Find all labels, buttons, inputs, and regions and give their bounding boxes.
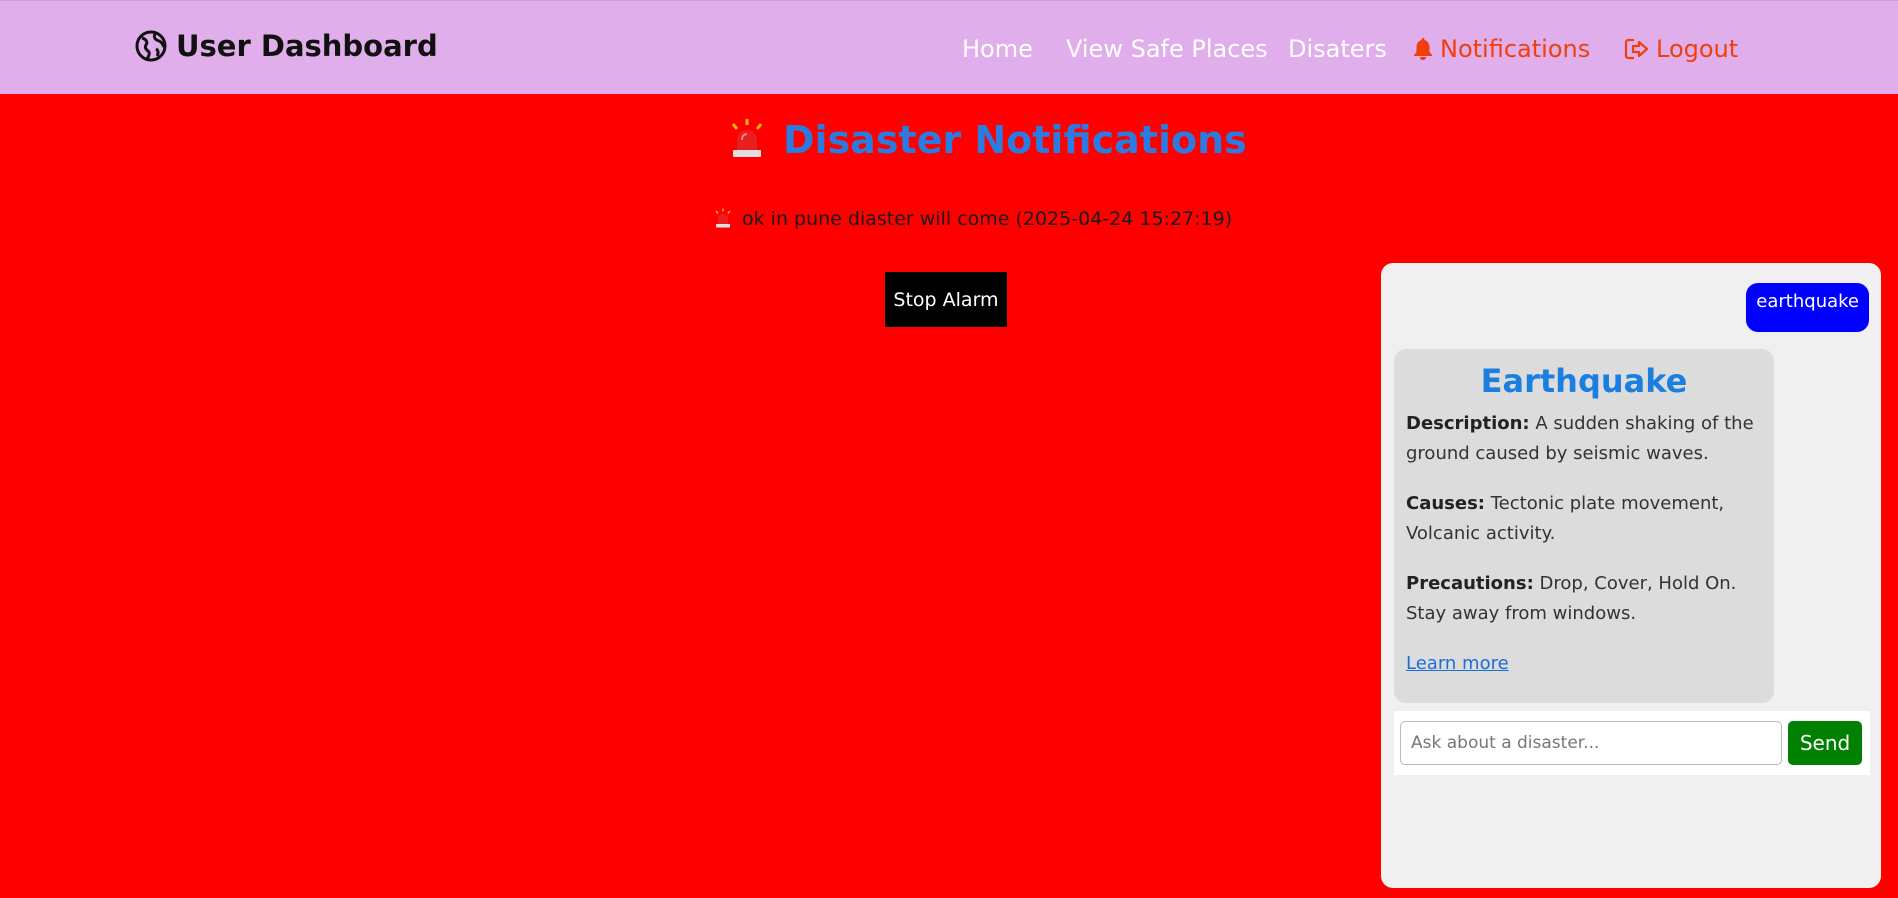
bot-response-card: Earthquake Description: A sudden shaking… <box>1394 349 1774 703</box>
disaster-description: Description: A sudden shaking of the gro… <box>1406 409 1762 469</box>
nav-safe-places-link[interactable]: View Safe Places <box>1066 35 1268 63</box>
nav-notifications-link[interactable]: Notifications <box>1412 35 1590 63</box>
siren-icon <box>731 119 763 157</box>
learn-more-link[interactable]: Learn more <box>1406 653 1509 674</box>
nav-disasters-link[interactable]: Disaters <box>1288 35 1387 63</box>
brand[interactable]: User Dashboard <box>134 29 438 63</box>
page-title-text: Disaster Notifications <box>783 118 1247 162</box>
user-message-bubble: earthquake <box>1746 283 1869 332</box>
chat-input-row: Send <box>1394 711 1870 775</box>
causes-label: Causes: <box>1406 493 1486 514</box>
globe-icon <box>135 30 167 62</box>
nav-logout-label: Logout <box>1656 35 1739 63</box>
stop-alarm-button[interactable]: Stop Alarm <box>885 272 1007 327</box>
precautions-label: Precautions: <box>1406 573 1534 594</box>
page-title: Disaster Notifications <box>725 118 1247 162</box>
nav-logout-link[interactable]: Logout <box>1624 35 1738 63</box>
notification-item: ok in pune diaster will come (2025-04-24… <box>712 208 1232 230</box>
description-label: Description: <box>1406 413 1530 434</box>
logout-icon <box>1624 38 1649 60</box>
nav-home-link[interactable]: Home <box>962 35 1033 63</box>
nav-notifications-label: Notifications <box>1440 35 1591 63</box>
disaster-causes: Causes: Tectonic plate movement, Volcani… <box>1406 489 1762 549</box>
siren-icon <box>715 208 731 228</box>
chatbot-panel: earthquake Earthquake Description: A sud… <box>1381 263 1881 888</box>
disaster-precautions: Precautions: Drop, Cover, Hold On. Stay … <box>1406 569 1762 629</box>
send-button[interactable]: Send <box>1788 721 1862 765</box>
bell-icon <box>1414 38 1432 60</box>
brand-label: User Dashboard <box>176 29 438 63</box>
navbar: User Dashboard Home View Safe Places Dis… <box>0 0 1898 94</box>
disaster-title: Earthquake <box>1480 362 1688 400</box>
chat-input[interactable] <box>1400 721 1782 765</box>
notification-text: ok in pune diaster will come (2025-04-24… <box>742 208 1233 230</box>
